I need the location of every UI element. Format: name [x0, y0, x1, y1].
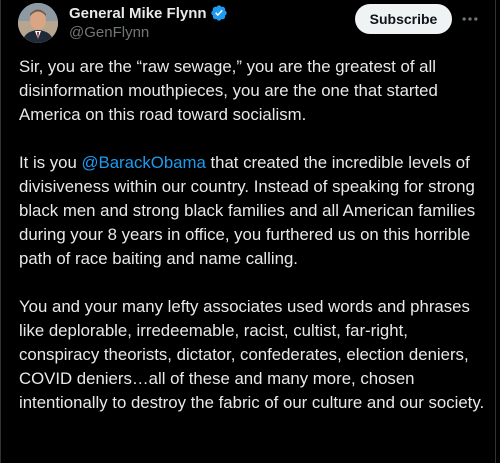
paragraph-2-lead: It is you	[19, 153, 82, 172]
more-options-icon[interactable]	[459, 8, 481, 30]
post-paragraph-3: You and your many lefty associates used …	[19, 297, 485, 412]
post-text: Sir, you are the “raw sewage,” you are t…	[19, 55, 489, 439]
author-handle[interactable]: @GenFlynn	[69, 24, 228, 44]
avatar-image	[18, 3, 58, 43]
mention-link[interactable]: @BarackObama	[82, 153, 206, 172]
post-card: General Mike Flynn @GenFlynn Subscribe S…	[0, 0, 496, 463]
author-display-name[interactable]: General Mike Flynn	[69, 5, 207, 22]
author-avatar[interactable]	[18, 3, 58, 43]
post-paragraph-1: Sir, you are the “raw sewage,” you are t…	[19, 57, 438, 124]
verified-badge-icon	[210, 4, 228, 22]
post-paragraph-2: It is you @BarackObama that created the …	[19, 151, 489, 271]
subscribe-button[interactable]: Subscribe	[355, 4, 452, 34]
author-info: General Mike Flynn @GenFlynn	[69, 3, 228, 44]
author-name-row: General Mike Flynn	[69, 3, 228, 23]
